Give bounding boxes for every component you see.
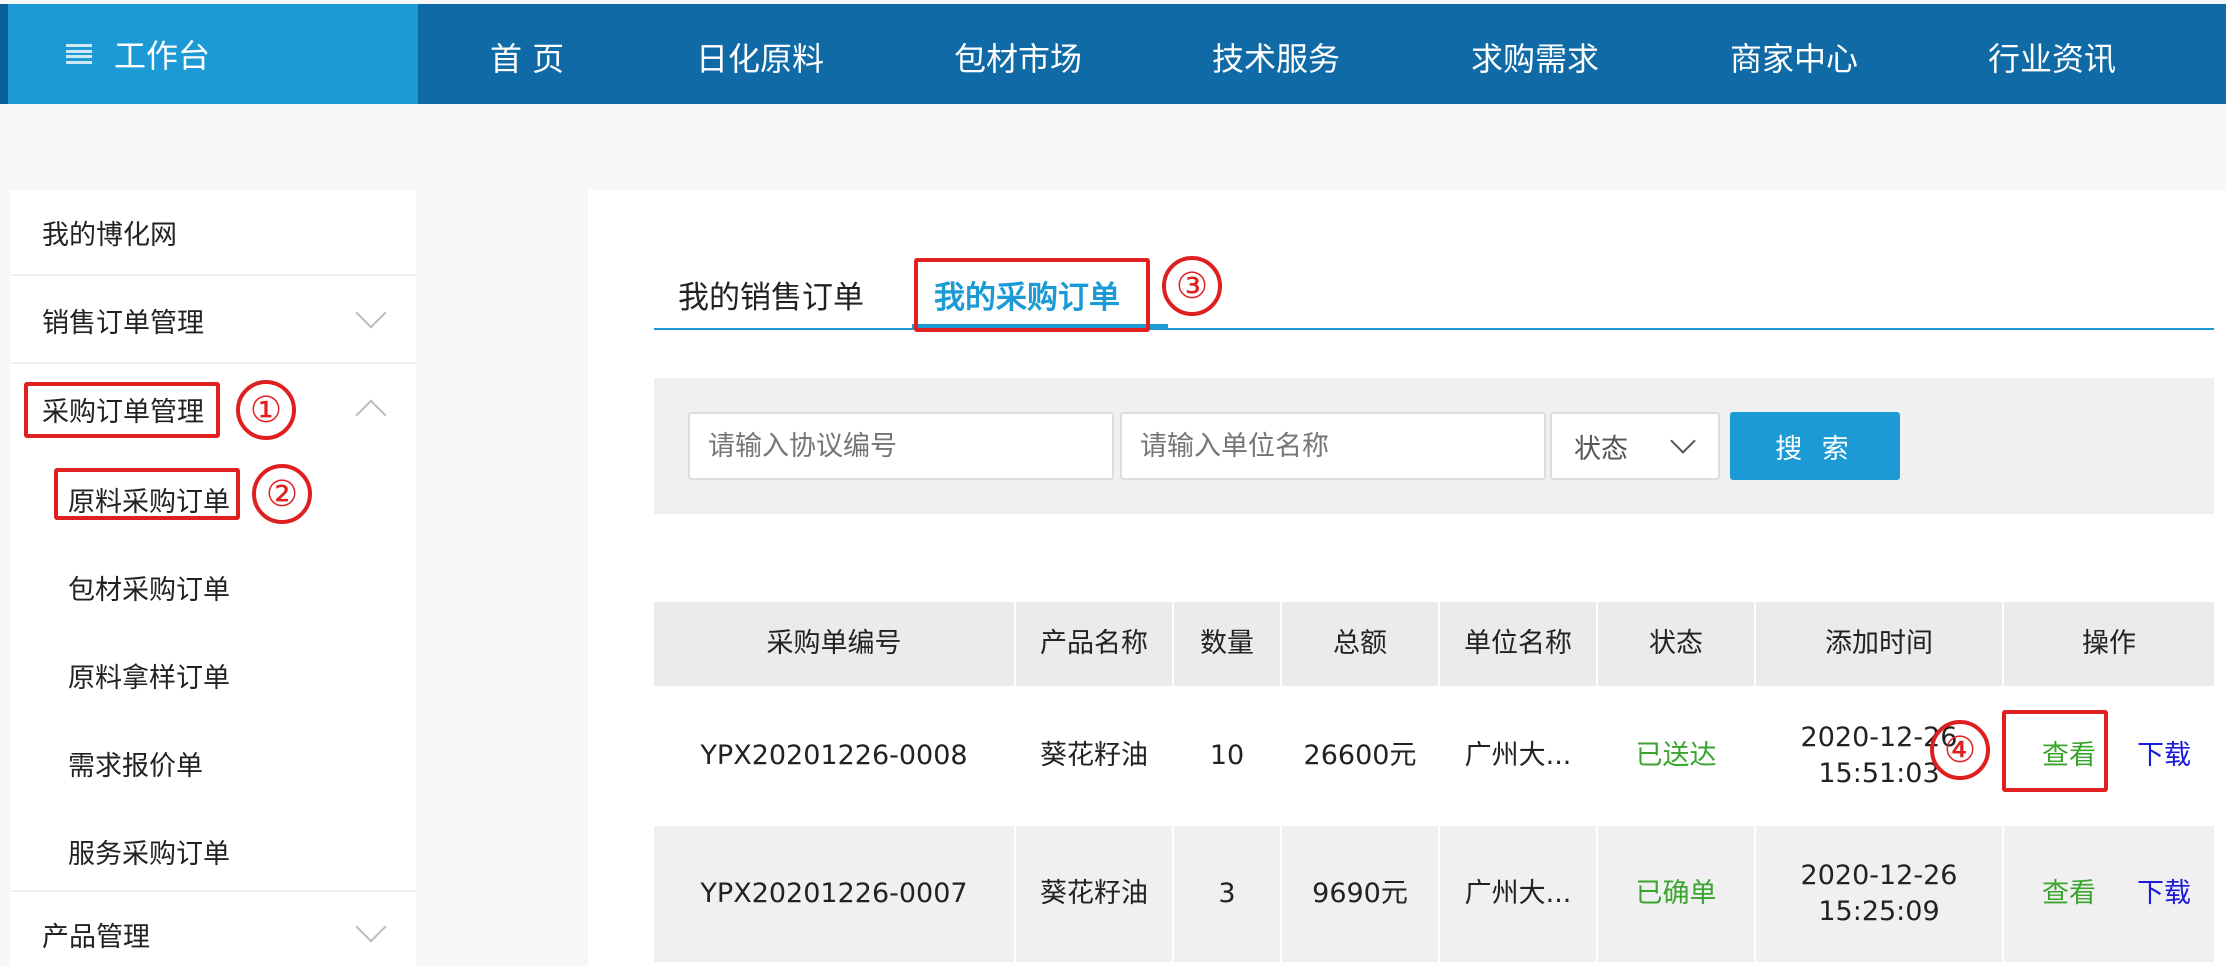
brand-label: 工作台 [114, 37, 211, 75]
sidebar: 我的博化网 销售订单管理 采购订单管理 原料采购订单 包材采购订单 原料拿样订单… [10, 190, 416, 966]
column-header: 操作 [2082, 627, 2136, 659]
sidebar-item-home[interactable]: 我的博化网 [10, 190, 416, 276]
workbench-button[interactable]: 工作台 [0, 4, 418, 104]
annotation-number-1: ① [236, 380, 296, 440]
main-panel: 我的销售订单 我的采购订单 状态 搜 索 采购单编号 产品名称 数量 总额 单位… [588, 190, 2226, 966]
added-clock: 15:25:09 [1818, 896, 1940, 927]
chevron-down-icon [1670, 428, 1696, 454]
annotation-number-4: ④ [1930, 720, 1990, 780]
annotation-number-3: ③ [1162, 256, 1222, 316]
total-amount: 9690元 [1312, 877, 1408, 909]
annotation-number-2: ② [252, 464, 312, 524]
column-header: 状态 [1649, 627, 1703, 659]
column-divider [1172, 602, 1174, 962]
product-name: 葵花籽油 [1040, 739, 1148, 771]
nav-merchant-center[interactable]: 商家中心 [1730, 34, 1858, 80]
unit-name-input[interactable] [1120, 412, 1546, 480]
column-divider [1596, 602, 1598, 962]
annotation-box-view-link [2002, 710, 2108, 792]
sidebar-item-label: 产品管理 [42, 921, 150, 953]
quantity: 10 [1209, 739, 1245, 771]
view-link[interactable]: 查看 [2016, 826, 2122, 962]
added-clock: 15:51:03 [1818, 758, 1940, 789]
table-row: YPX20201226-0007 葵花籽油 3 9690元 广州大... 已确单… [654, 826, 2214, 962]
column-header: 产品名称 [1040, 627, 1148, 659]
column-header: 总额 [1333, 627, 1387, 659]
sidebar-subitem-sample-order[interactable]: 原料拿样订单 [68, 656, 230, 695]
sidebar-item-product[interactable]: 产品管理 [10, 890, 416, 966]
column-header: 数量 [1200, 627, 1254, 659]
annotation-box-purchase-tab [914, 258, 1150, 332]
column-divider [1754, 602, 1756, 962]
order-id: YPX20201226-0007 [700, 877, 968, 909]
status-badge: 已确单 [1635, 877, 1717, 909]
table-header: 采购单编号 产品名称 数量 总额 单位名称 状态 添加时间 操作 [654, 602, 2214, 686]
search-button[interactable]: 搜 索 [1730, 412, 1900, 480]
nav-purchase-demand[interactable]: 求购需求 [1471, 34, 1599, 80]
download-link[interactable]: 下载 [2124, 826, 2204, 962]
sidebar-item-label: 我的博化网 [42, 219, 177, 251]
agreement-number-input[interactable] [688, 412, 1114, 480]
sidebar-subitem-packaging-purchase[interactable]: 包材采购订单 [68, 568, 230, 607]
nav-home[interactable]: 首 页 [490, 34, 564, 80]
order-tabs: 我的销售订单 我的采购订单 [654, 272, 2214, 330]
order-id: YPX20201226-0008 [700, 739, 968, 771]
nav-tech-service[interactable]: 技术服务 [1212, 34, 1340, 80]
chevron-up-icon [355, 399, 387, 431]
status-select-value: 状态 [1574, 433, 1628, 465]
quantity: 3 [1218, 877, 1236, 909]
product-name: 葵花籽油 [1040, 877, 1148, 909]
column-header: 添加时间 [1825, 627, 1933, 659]
status-badge: 已送达 [1635, 739, 1717, 771]
added-date: 2020-12-26 [1800, 859, 1958, 891]
top-navbar: 工作台 [0, 4, 2226, 104]
status-select[interactable]: 状态 [1550, 412, 1720, 480]
chevron-down-icon [355, 297, 387, 329]
annotation-box-material-purchase [54, 468, 240, 520]
added-time: 2020-12-26 15:25:09 [1756, 826, 2002, 962]
column-divider [1438, 602, 1440, 962]
tab-sales-orders[interactable]: 我的销售订单 [678, 272, 864, 317]
menu-icon [66, 44, 92, 64]
search-bar: 状态 搜 索 [654, 378, 2214, 514]
sidebar-subitem-demand-quote[interactable]: 需求报价单 [68, 744, 203, 783]
column-divider [1280, 602, 1282, 962]
nav-packaging-market[interactable]: 包材市场 [954, 34, 1082, 80]
chevron-down-icon [355, 911, 387, 943]
sidebar-subitem-service-purchase[interactable]: 服务采购订单 [68, 832, 230, 871]
total-amount: 26600元 [1303, 739, 1417, 771]
download-link[interactable]: 下载 [2124, 688, 2204, 824]
nav-industry-news[interactable]: 行业资讯 [1988, 34, 2116, 80]
annotation-box-purchase-management [24, 382, 220, 438]
column-divider [1014, 602, 1016, 962]
unit-name: 广州大... [1464, 877, 1572, 909]
nav-cosmetic-materials[interactable]: 日化原料 [696, 34, 824, 80]
column-header: 采购单编号 [766, 627, 902, 659]
unit-name: 广州大... [1464, 739, 1572, 771]
sidebar-item-sales[interactable]: 销售订单管理 [10, 278, 416, 364]
column-header: 单位名称 [1464, 627, 1572, 659]
sidebar-item-label: 销售订单管理 [42, 307, 204, 339]
